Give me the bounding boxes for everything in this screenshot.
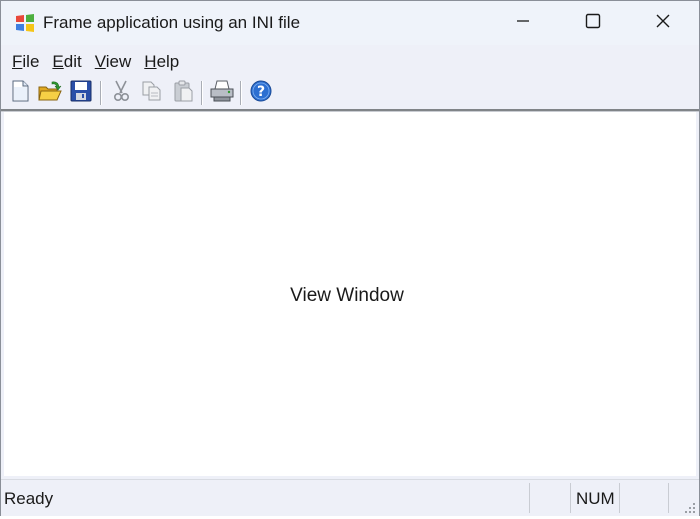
status-bar: Ready NUM: [1, 479, 699, 516]
copy-icon: [141, 80, 163, 107]
menu-bar: File Edit View Help: [1, 47, 699, 77]
maximize-icon: [585, 13, 601, 34]
view-label: View Window: [290, 285, 404, 306]
status-pane-num: NUM: [570, 483, 619, 513]
close-button[interactable]: [640, 1, 686, 45]
menu-help-label: elp: [156, 52, 180, 71]
toolbar: ?: [1, 78, 699, 109]
help-icon: ?: [250, 80, 272, 107]
cut-button[interactable]: [109, 80, 133, 107]
status-pane: [529, 483, 570, 513]
paste-button[interactable]: [171, 80, 195, 107]
save-button[interactable]: [69, 80, 93, 107]
menu-file-label: ile: [22, 52, 40, 71]
menu-edit-label: dit: [63, 52, 82, 71]
menu-edit[interactable]: Edit: [46, 47, 88, 77]
minimize-button[interactable]: [500, 1, 546, 45]
menu-view-label: iew: [105, 52, 132, 71]
status-text: Ready: [4, 489, 54, 508]
toolbar-separator: [240, 81, 242, 105]
help-button[interactable]: ?: [249, 80, 273, 107]
open-button[interactable]: [38, 81, 62, 105]
status-pane: [619, 483, 668, 513]
new-file-icon: [9, 80, 31, 107]
toolbar-separator: [201, 81, 203, 105]
print-icon: [210, 80, 234, 107]
menu-file[interactable]: File: [6, 47, 46, 77]
title-bar[interactable]: Frame application using an INI file: [1, 1, 699, 45]
open-folder-icon: [38, 80, 62, 107]
close-icon: [655, 13, 671, 34]
menu-view-mnemonic: V: [94, 52, 106, 71]
new-file-button[interactable]: [8, 80, 32, 107]
paste-clipboard-icon: [172, 80, 194, 107]
toolbar-separator: [100, 81, 102, 105]
app-window: Frame application using an INI file File…: [0, 0, 700, 516]
menu-edit-mnemonic: E: [52, 52, 64, 71]
svg-text:?: ?: [257, 84, 265, 100]
windows-logo-icon[interactable]: [15, 13, 35, 33]
copy-button[interactable]: [140, 81, 164, 105]
menu-help[interactable]: Help: [138, 47, 186, 77]
menu-file-mnemonic: F: [12, 52, 23, 71]
print-button[interactable]: [210, 80, 234, 107]
window-title: Frame application using an INI file: [43, 13, 301, 32]
menu-view[interactable]: View: [89, 47, 139, 77]
num-lock-indicator: NUM: [576, 489, 615, 508]
resize-grip-icon[interactable]: [684, 501, 696, 513]
minimize-icon: [515, 13, 531, 34]
cut-scissors-icon: [110, 80, 132, 107]
menu-help-mnemonic: H: [144, 52, 157, 71]
maximize-button[interactable]: [570, 1, 616, 45]
save-disk-icon: [70, 80, 92, 107]
view-window[interactable]: View Window: [4, 112, 696, 476]
